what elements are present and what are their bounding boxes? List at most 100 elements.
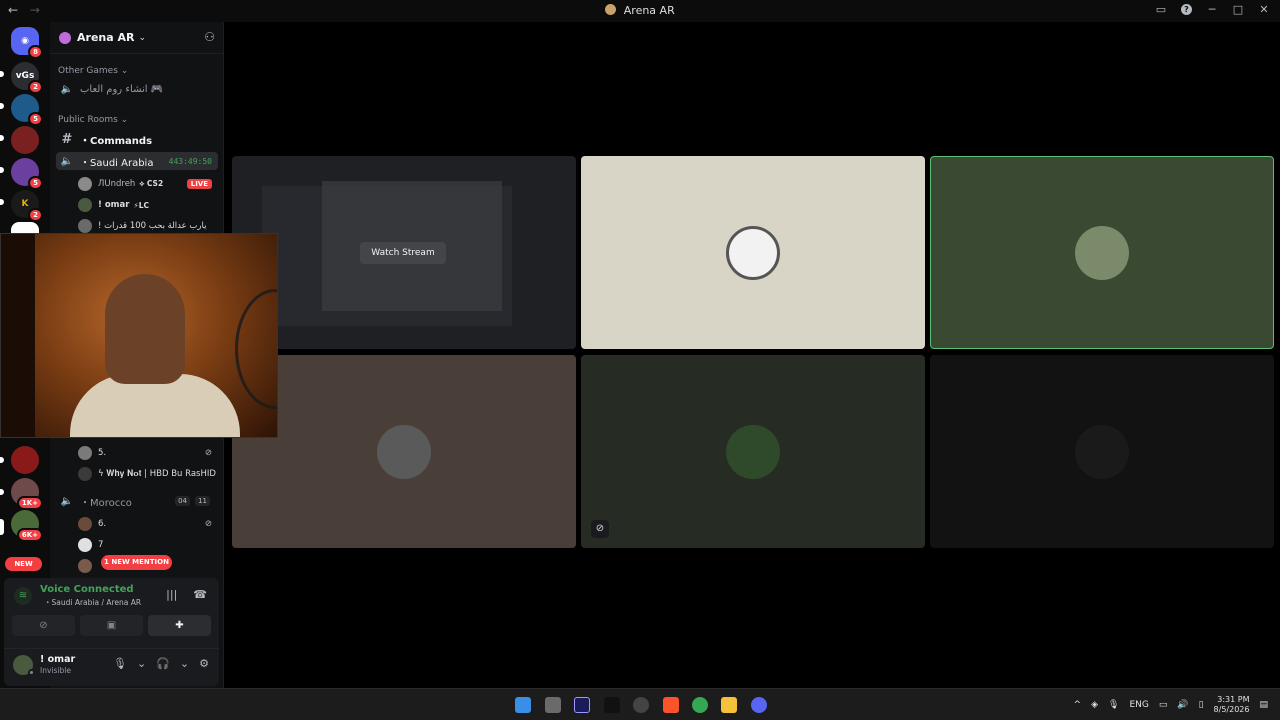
voice-user[interactable]: 5. ⊘ — [78, 444, 218, 462]
unread-pill — [0, 71, 4, 77]
discord-logo-icon: ◉ — [21, 36, 29, 46]
notification-badge: 8 — [28, 45, 43, 59]
tiktok-icon[interactable] — [604, 697, 620, 713]
stream-tile[interactable]: Watch Stream — [232, 156, 576, 349]
avatar — [78, 559, 92, 573]
participant-tile[interactable] — [581, 156, 925, 349]
selected-pill — [0, 519, 4, 535]
category-public-rooms[interactable]: Public Rooms ⌄ — [58, 115, 128, 125]
avatar — [78, 446, 92, 460]
participant-tile[interactable]: ⊘ — [581, 355, 925, 548]
status-indicator — [28, 669, 35, 676]
guild-name: Arena AR — [77, 31, 135, 44]
discord-taskbar-icon[interactable] — [751, 697, 767, 713]
server-icon[interactable] — [11, 446, 39, 474]
start-icon[interactable] — [515, 697, 531, 713]
participant-tile[interactable] — [930, 355, 1274, 548]
speaker-icon: 🔈 — [60, 495, 74, 507]
close-button[interactable]: ✕ — [1258, 3, 1270, 16]
signal-icon[interactable]: ≋ — [14, 587, 32, 605]
voice-location[interactable]: ・Saudi Arabia / Arena AR — [44, 597, 141, 608]
microphone-icon[interactable]: 🎙 — [113, 657, 127, 670]
voice-user[interactable]: ! omar ⚡LC — [78, 196, 218, 214]
inbox-icon[interactable]: ▭ — [1155, 3, 1167, 16]
battery-icon[interactable]: ▯ — [1199, 700, 1204, 710]
brave-icon[interactable] — [663, 697, 679, 713]
participant-tile-speaking[interactable] — [930, 156, 1274, 349]
system-tray: ^ ◈ 🎙 ENG ▭ 🔊 ▯ 3:31 PM 8/5/2026 ▤ — [1074, 689, 1268, 720]
video-stage: Watch Stream ⊘ — [225, 22, 1280, 688]
help-icon[interactable]: ? — [1181, 4, 1192, 15]
camera-toggle-button[interactable]: ⊘ — [12, 615, 75, 636]
window-controls: ▭ ? ─ □ ✕ — [1155, 3, 1270, 16]
server-icon[interactable]: 5 — [11, 94, 43, 126]
avatar — [726, 225, 780, 280]
invite-member-icon[interactable]: ⚇ — [204, 30, 215, 44]
rocket-icon: ✚ — [175, 620, 184, 631]
file-explorer-icon[interactable] — [721, 697, 737, 713]
voice-user[interactable]: ЛUndreh ⟡ CS2 LIVE — [78, 175, 218, 193]
noise-suppression-icon[interactable]: ||| — [166, 588, 177, 601]
language-indicator[interactable]: ENG — [1129, 700, 1148, 710]
webcam-overlay[interactable] — [0, 233, 278, 438]
minimize-button[interactable]: ─ — [1206, 3, 1218, 16]
guild-header[interactable]: Arena AR ⌄ — [50, 22, 224, 54]
server-icon[interactable]: 5 — [11, 158, 43, 190]
channel-saudi-arabia[interactable]: 🔈 ・Saudi Arabia 443:49:50 — [56, 152, 218, 170]
category-other-games[interactable]: Other Games ⌄ — [58, 66, 128, 76]
server-icon-arena-ar[interactable]: 6K+ — [11, 510, 43, 542]
voice-status[interactable]: Voice Connected — [40, 584, 134, 595]
avatar — [78, 219, 92, 233]
new-unreads-pill[interactable]: NEW — [5, 557, 42, 571]
channel-label: ・Saudi Arabia — [80, 157, 154, 169]
mic-tray-icon[interactable]: 🎙 — [1108, 700, 1119, 710]
unread-pill — [0, 135, 4, 141]
disconnect-icon[interactable]: ☎ — [193, 588, 207, 601]
premiere-icon[interactable] — [574, 697, 590, 713]
defender-icon[interactable]: ◈ — [1091, 700, 1098, 710]
user-status: Invisible — [40, 666, 71, 675]
server-icon[interactable]: 1K+ — [11, 478, 43, 510]
avatar — [78, 198, 92, 212]
notification-icon[interactable]: ▤ — [1259, 700, 1268, 710]
user-name: ! يارب عدالة بحب 100 قدرات — [98, 221, 207, 231]
gear-icon[interactable]: ⚙ — [199, 657, 209, 670]
volume-icon[interactable]: 🔊 — [1177, 700, 1188, 710]
app-icon[interactable] — [633, 697, 649, 713]
person-shape — [105, 274, 185, 384]
notification-badge: 1K+ — [16, 496, 43, 510]
camera-off-icon: ⊘ — [39, 620, 48, 631]
watch-stream-button[interactable]: Watch Stream — [360, 242, 446, 264]
voice-user[interactable]: 7 — [78, 536, 218, 554]
unread-pill — [0, 103, 4, 109]
network-icon[interactable]: ▭ — [1159, 700, 1168, 710]
webcam-feed — [35, 234, 277, 437]
maximize-button[interactable]: □ — [1232, 3, 1244, 16]
voice-user[interactable]: ϟ 𝐖𝐡𝐲 𝐍𝐨𝐭 | HBD Bu RasHID — [78, 465, 218, 483]
screen-share-button[interactable]: ▣ — [80, 615, 143, 636]
voice-panel: ≋ Voice Connected ・Saudi Arabia / Arena … — [4, 578, 219, 686]
task-view-icon[interactable] — [545, 697, 561, 713]
channel-morocco[interactable]: 🔈 ・Morocco 04 11 — [56, 492, 218, 510]
server-icon[interactable] — [11, 126, 39, 154]
hashtag-icon: # — [61, 131, 73, 147]
chevron-down-icon[interactable]: ⌄ — [137, 657, 146, 670]
voice-user[interactable]: 6. ⊘ — [78, 515, 218, 533]
activities-button[interactable]: ✚ — [148, 615, 211, 636]
clock[interactable]: 3:31 PM 8/5/2026 — [1214, 695, 1250, 715]
channel-commands[interactable]: # ・Commands — [56, 130, 218, 148]
new-mention-pill[interactable]: 1 NEW MENTION — [101, 555, 172, 570]
channel-create-game-room[interactable]: 🔈 انشاء روم العاب 🎮 — [56, 80, 218, 98]
headphones-icon[interactable]: 🎧 — [156, 657, 170, 670]
guild-icon — [59, 31, 71, 44]
tray-overflow-icon[interactable]: ^ — [1074, 700, 1082, 710]
server-icon-vgs[interactable]: vGs 2 — [11, 62, 43, 94]
user-limit: 11 — [195, 496, 210, 506]
chevron-down-icon[interactable]: ⌄ — [180, 657, 189, 670]
participant-tile[interactable] — [232, 355, 576, 548]
unread-pill — [0, 489, 4, 495]
chrome-icon[interactable] — [692, 697, 708, 713]
home-dm-button[interactable]: ◉ 8 — [11, 27, 43, 59]
user-name[interactable]: ! omar — [40, 654, 75, 665]
server-icon-k[interactable]: K 2 — [11, 190, 43, 222]
